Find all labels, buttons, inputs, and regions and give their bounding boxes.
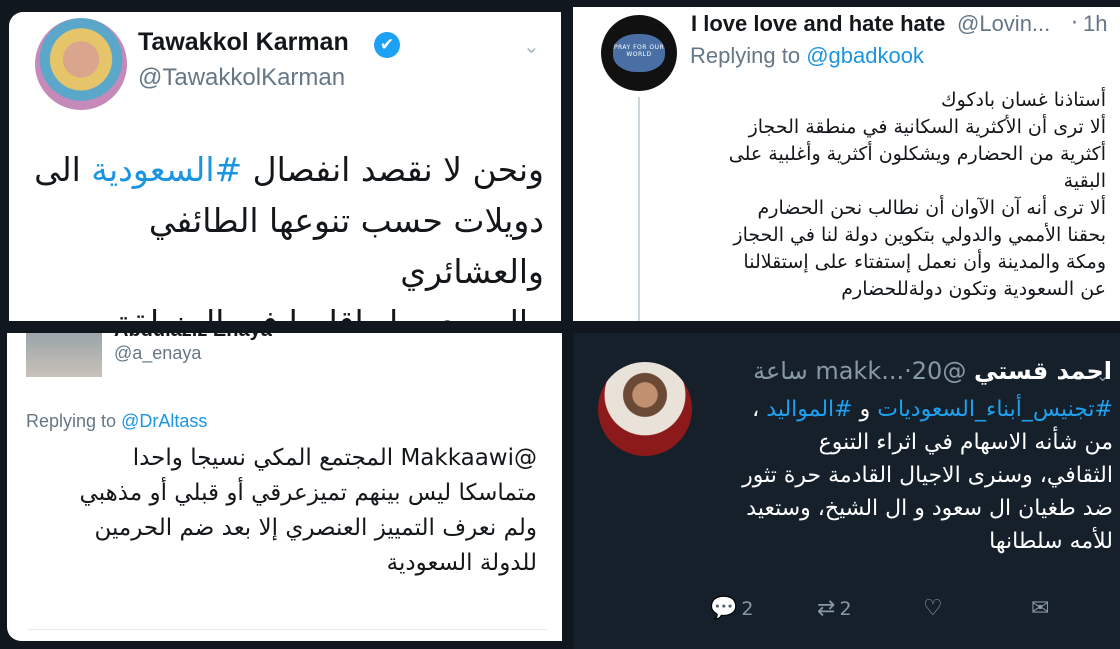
tweet-line: @Makkaawi المجتمع المكي نسيجا واحدا (132, 445, 537, 471)
tweet-line: أكثرية من الحضارم ويشكلون أكثرية وأغلبية… (728, 143, 1106, 165)
tweet-line: ألا ترى أن الأكثرية السكانية في منطقة ال… (748, 116, 1106, 138)
avatar[interactable] (35, 18, 127, 110)
hashtag-link[interactable]: #السعودية (91, 150, 242, 189)
user-handle[interactable]: @makk... (815, 357, 966, 385)
tweet-line: دويلات حسب تنوعها الطائفي والعشائري (148, 201, 544, 291)
reply-handle-link[interactable]: @gbadkook (806, 43, 924, 68)
retweet-icon: ⇄ (817, 596, 836, 621)
verified-icon: ✔ (374, 32, 400, 58)
tweet-line: متماسكا ليس بينهم تميزعرقي أو قبلي أو مذ… (79, 480, 537, 506)
avatar[interactable] (598, 362, 692, 456)
tweet-text: ونحن لا نقصد انفصال #السعودية الى دويلات… (19, 144, 544, 321)
display-name[interactable]: Abdulaziz Enaya (114, 333, 272, 342)
reply-handle-link[interactable]: @DrAltass (121, 411, 207, 431)
tweet-line: ضد طغيان ال سعود و ال الشيخ، وستعيد (746, 496, 1113, 521)
tweet-card-lovin[interactable]: PRAY FOR OUR WORLD I love love and hate … (573, 7, 1120, 321)
tweet-line: ونحن لا نقصد انفصال #السعودية الى (34, 150, 544, 189)
user-handle[interactable]: @Lovin... (957, 11, 1050, 37)
tweet-line: من شأنه الاسهام في اثراء التنوع (818, 430, 1113, 455)
tweet-line: ألا ترى أنه آن الآوان أن نطالب نحن الحضا… (757, 197, 1106, 219)
separator-dot: · (1071, 11, 1078, 36)
hashtag-link[interactable]: #المواليد (766, 397, 852, 422)
heart-icon: ♡ (923, 596, 943, 621)
tweet-line: أستاذنا غسان بادكوك (940, 89, 1106, 111)
separator-dot: · (904, 357, 912, 385)
reply-icon: 💬 (710, 596, 738, 621)
tweet-line: الثقافي، وسنرى الاجيال القادمة حرة تثور (742, 463, 1113, 488)
hashtag-link[interactable]: #تجنيس_أبناء_السعوديات (877, 397, 1113, 422)
replying-to: Replying to @DrAltass (26, 411, 208, 431)
tweet-line: البقية (1063, 170, 1106, 192)
tweet-text: أستاذنا غسان بادكوك ألا ترى أن الأكثرية … (671, 87, 1106, 303)
tweet-text: #تجنيس_أبناء_السعوديات و #المواليد ، من … (693, 393, 1113, 558)
divider (27, 629, 547, 630)
user-handle[interactable]: @a_enaya (114, 343, 201, 364)
display-name[interactable]: Tawakkol Karman (138, 28, 349, 57)
tweet-line: عن السعودية وتكون دولةللحضارم (841, 278, 1106, 300)
replying-to: Replying to @gbadkook (690, 43, 924, 68)
avatar[interactable] (26, 333, 102, 377)
reply-button[interactable]: 💬 2 (710, 596, 754, 621)
envelope-icon: ✉ (1031, 596, 1050, 621)
retweet-button[interactable]: ⇄ 2 (817, 596, 852, 621)
user-handle[interactable]: @TawakkolKarman (138, 64, 345, 92)
thread-line (638, 97, 640, 321)
tweet-line: ومكة والمدينة وأن نعمل إستفتاء على إستقل… (743, 251, 1106, 273)
avatar-caption: PRAY FOR OUR WORLD (613, 44, 665, 58)
tweet-line: والجهوي، بل اقليما في المنطقة الشرقية (19, 297, 544, 321)
reply-count: 2 (741, 597, 754, 620)
tweet-header: احمد قستي @makk...·20 ساعة (707, 357, 1120, 385)
message-button[interactable]: ✉ (1031, 596, 1049, 621)
like-button[interactable]: ♡ (923, 596, 943, 621)
display-name[interactable]: احمد قستي (974, 357, 1112, 385)
retweet-count: 2 (839, 597, 852, 620)
tweet-card-enaya[interactable]: Abdulaziz Enaya @a_enaya Replying to @Dr… (7, 333, 562, 641)
timestamp[interactable]: 1h (1083, 11, 1107, 37)
tweet-text: @Makkaawi المجتمع المكي نسيجا واحدا متما… (27, 441, 537, 581)
tweet-line: للأمه سلطانها (989, 529, 1113, 554)
display-name[interactable]: I love love and hate hate (691, 11, 945, 37)
tweet-card-karman[interactable]: Tawakkol Karman ✔ @TawakkolKarman ⌄ ونحن… (9, 12, 561, 321)
tweet-line: للدولة السعودية (386, 550, 537, 576)
tweet-line: ولم نعرف التمييز العنصري إلا بعد ضم الحر… (94, 515, 537, 541)
tweet-card-qusti[interactable]: ⌄ احمد قستي @makk...·20 ساعة #تجنيس_أبنا… (573, 333, 1120, 649)
chevron-down-icon[interactable]: ⌄ (523, 34, 540, 58)
tweet-line: #تجنيس_أبناء_السعوديات و #المواليد ، (752, 397, 1113, 422)
tweet-line: بحقنا الأممي والدولي بتكوين دولة لنا في … (733, 224, 1106, 246)
